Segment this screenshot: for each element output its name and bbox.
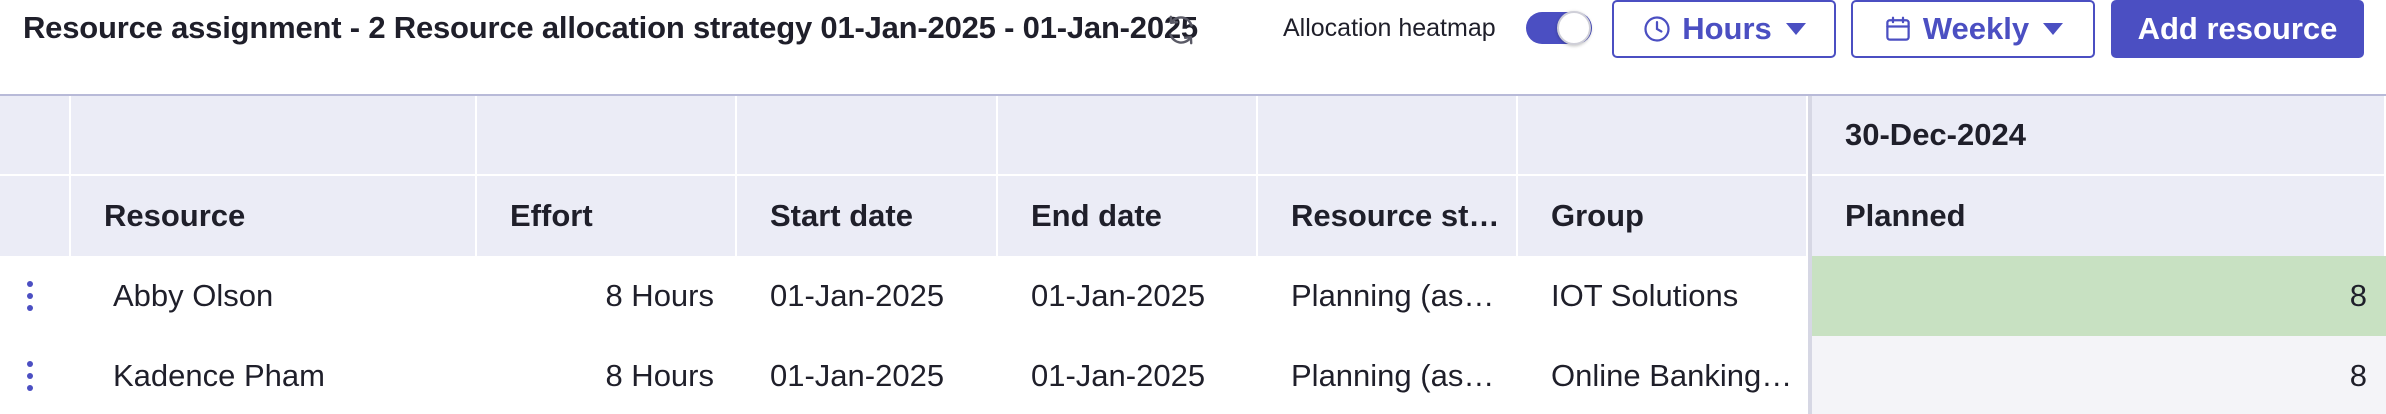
column-header-end-date[interactable]: End date xyxy=(998,176,1258,256)
header-spacer xyxy=(1258,96,1518,176)
column-header-effort[interactable]: Effort xyxy=(477,176,737,256)
vertical-dots-icon xyxy=(27,361,33,391)
header-spacer xyxy=(477,96,737,176)
allocation-heatmap-label: Allocation heatmap xyxy=(1283,14,1496,42)
column-header-label: End date xyxy=(1031,198,1162,233)
cell-group[interactable]: Online Banking… xyxy=(1518,336,1808,414)
header-spacer xyxy=(1518,96,1808,176)
column-header-resource[interactable]: Resource xyxy=(71,176,477,256)
header-column-row: Resource Effort Start date End date Reso… xyxy=(0,176,2386,256)
hours-label: Hours xyxy=(1682,11,1772,46)
frozen-column-separator xyxy=(1808,96,1812,414)
weekly-label: Weekly xyxy=(1922,11,2030,46)
clock-icon xyxy=(1644,16,1670,42)
hours-dropdown-button[interactable]: Hours xyxy=(1612,0,1836,58)
row-menu-button[interactable] xyxy=(0,256,60,336)
cell-resource-state[interactable]: Planning (as… xyxy=(1258,336,1518,414)
toggle-knob xyxy=(1557,11,1591,45)
row-menu-button[interactable] xyxy=(0,336,60,414)
header-spacer xyxy=(998,96,1258,176)
column-header-label: Resource xyxy=(104,198,246,233)
column-header-label: Start date xyxy=(770,198,913,233)
column-header-start-date[interactable]: Start date xyxy=(737,176,998,256)
header-spacer xyxy=(71,96,477,176)
column-header-label: Group xyxy=(1551,198,1644,233)
timeline-week-header: 30-Dec-2024 xyxy=(1812,96,2386,176)
weekly-dropdown-button[interactable]: Weekly xyxy=(1851,0,2095,58)
table-row[interactable]: Abby Olson 8 Hours 01-Jan-2025 01-Jan-20… xyxy=(0,256,2386,336)
page-title: Resource assignment - 2 Resource allocat… xyxy=(23,10,1198,45)
cell-resource[interactable]: Abby Olson xyxy=(80,256,477,336)
resource-assignment-page: Resource assignment - 2 Resource allocat… xyxy=(0,0,2386,414)
vertical-dots-icon xyxy=(27,281,33,311)
cell-start-date[interactable]: 01-Jan-2025 xyxy=(737,336,998,414)
column-header-group[interactable]: Group xyxy=(1518,176,1808,256)
cell-resource-state[interactable]: Planning (as… xyxy=(1258,256,1518,336)
table-row[interactable]: Kadence Pham 8 Hours 01-Jan-2025 01-Jan-… xyxy=(0,336,2386,414)
caret-down-icon xyxy=(2043,23,2064,35)
toolbar: Resource assignment - 2 Resource allocat… xyxy=(0,0,2386,94)
allocation-heatmap-toggle[interactable] xyxy=(1526,11,1592,45)
cell-resource[interactable]: Kadence Pham xyxy=(80,336,477,414)
cell-start-date[interactable]: 01-Jan-2025 xyxy=(737,256,998,336)
cell-planned-heatmap[interactable]: 8 xyxy=(1812,336,2386,414)
caret-down-icon xyxy=(1785,23,1806,35)
header-group-row: 30-Dec-2024 xyxy=(0,96,2386,176)
cell-end-date[interactable]: 01-Jan-2025 xyxy=(998,256,1258,336)
refresh-icon[interactable] xyxy=(1163,12,1199,48)
header-spacer xyxy=(0,96,71,176)
timeline-planned-header: Planned xyxy=(1812,176,2386,256)
cell-group[interactable]: IOT Solutions xyxy=(1518,256,1808,336)
calendar-icon xyxy=(1886,16,1910,41)
cell-planned-heatmap[interactable]: 8 xyxy=(1812,256,2386,336)
header-row-menu-col xyxy=(0,176,71,256)
cell-end-date[interactable]: 01-Jan-2025 xyxy=(998,336,1258,414)
cell-effort[interactable]: 8 Hours xyxy=(477,256,737,336)
add-resource-button[interactable]: Add resource xyxy=(2111,0,2364,58)
column-header-label: Resource st… xyxy=(1291,198,1500,233)
column-header-label: Effort xyxy=(510,198,593,233)
resource-grid: 30-Dec-2024 Resource Effort Start date E… xyxy=(0,94,2386,414)
header-spacer xyxy=(737,96,998,176)
column-header-resource-state[interactable]: Resource st… xyxy=(1258,176,1518,256)
cell-effort[interactable]: 8 Hours xyxy=(477,336,737,414)
